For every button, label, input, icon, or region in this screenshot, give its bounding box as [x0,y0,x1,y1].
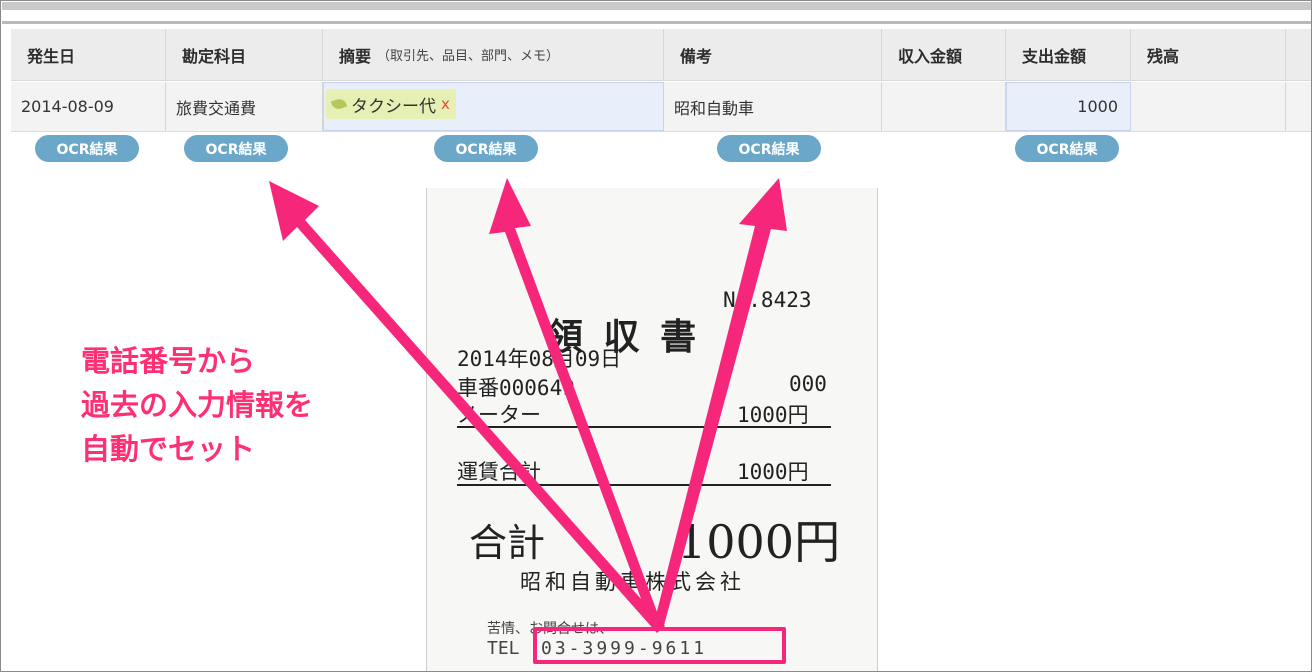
header-income[interactable]: 収入金額 [882,29,1006,80]
ocr-result-button-summary[interactable]: OCR結果 [434,135,538,162]
table-row: 2014-08-09 旅費交通費 タクシー代 x 昭和自動車 1000 [11,82,1311,132]
receipt-car-number: 車番000649 [457,376,575,400]
receipt-total-label: 合計 [469,521,546,565]
summary-cell[interactable]: タクシー代 x [323,82,664,131]
top-bar [2,2,1311,10]
annotation-line-3: 自動でセット [81,432,256,466]
receipt-date: 2014年08月09日 [457,347,622,371]
annotation-text: 電話番号から 過去の入力情報を 自動でセット [81,339,313,471]
date-cell[interactable]: 2014-08-09 [11,82,166,131]
header-date[interactable]: 発生日 [11,29,166,80]
receipt-car-code: 000 [789,372,827,396]
header-summary[interactable]: 摘要 （取引先、品目、部門、メモ） [323,29,664,80]
receipt-image: No.8423 領 収 書 2014年08月09日 車番000649 000 メ… [426,188,878,671]
ocr-result-button-note[interactable]: OCR結果 [717,135,821,162]
account-cell[interactable]: 旅費交通費 [166,82,323,131]
header-expense[interactable]: 支出金額 [1006,29,1131,80]
leaf-icon [330,96,348,112]
header-note[interactable]: 備考 [664,29,882,80]
summary-tag: タクシー代 x [326,89,456,119]
header-row: 発生日 勘定科目 摘要 （取引先、品目、部門、メモ） 備考 収入金額 支出金額 … [11,29,1311,81]
summary-tag-label: タクシー代 [351,96,436,117]
remove-tag-icon[interactable]: x [441,95,450,113]
header-account[interactable]: 勘定科目 [166,29,323,80]
receipt-rule-2 [457,484,831,486]
header-summary-sub: （取引先、品目、部門、メモ） [377,49,560,64]
annotation-line-2: 過去の入力情報を [81,388,314,422]
income-cell[interactable] [882,82,1006,131]
receipt-company: 昭和自動車株式会社 [520,570,745,594]
expense-cell[interactable]: 1000 [1006,82,1131,131]
receipt-number: No.8423 [723,288,812,312]
receipt-meter-label: メーター [457,403,541,427]
top-divider [2,21,1311,24]
ocr-result-button-account[interactable]: OCR結果 [184,135,288,162]
receipt-rule-1 [457,426,831,428]
header-summary-label: 摘要 [339,46,372,66]
screenshot-frame: 発生日 勘定科目 摘要 （取引先、品目、部門、メモ） 備考 収入金額 支出金額 … [0,0,1312,672]
receipt-total-value: 1000円 [677,515,841,569]
extra-cell [1286,82,1311,131]
receipt-tel-label: TEL [487,638,520,659]
ocr-result-button-date[interactable]: OCR結果 [35,135,139,162]
note-cell[interactable]: 昭和自動車 [664,82,882,131]
phone-highlight-box [533,627,786,664]
receipt-meter-value: 1000円 [737,403,809,427]
annotation-line-1: 電話番号から [81,344,256,378]
receipt-fare-value: 1000円 [737,460,809,484]
header-balance[interactable]: 残高 [1131,29,1286,80]
header-extra [1286,29,1311,80]
balance-cell[interactable] [1131,82,1286,131]
ocr-result-button-expense[interactable]: OCR結果 [1015,135,1119,162]
receipt-fare-label: 運賃合計 [457,460,541,484]
